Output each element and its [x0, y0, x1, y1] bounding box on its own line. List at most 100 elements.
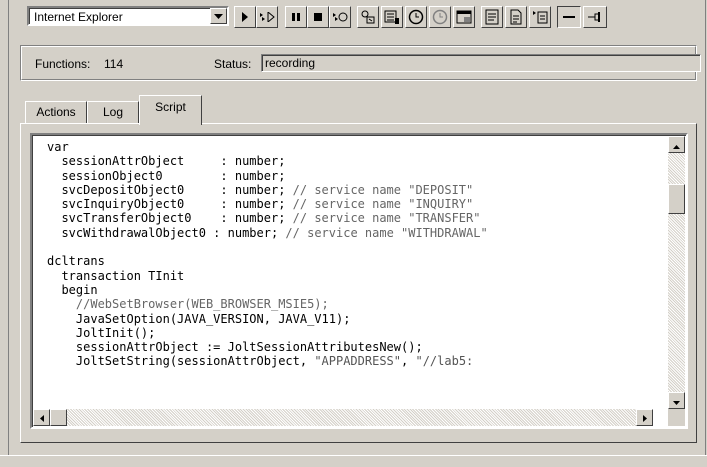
- code-text: var: [47, 140, 69, 154]
- arrow-down-icon: [673, 394, 680, 408]
- code-line: begin: [47, 283, 655, 297]
- tab-actions[interactable]: Actions: [25, 101, 87, 123]
- code-text: JoltInit();: [47, 325, 156, 340]
- options-icon: [384, 9, 400, 25]
- code-line: sessionAttrObject := JoltSessionAttribut…: [47, 340, 655, 354]
- stop-button[interactable]: [307, 6, 329, 28]
- play-icon: [241, 12, 249, 22]
- code-line: JoltInit();: [47, 326, 655, 340]
- arrow-left-icon: [39, 411, 44, 425]
- code-comment: // service name "DEPOSIT": [292, 182, 474, 197]
- code-text: JavaSetOption(JAVA_VERSION, JAVA_V11);: [47, 311, 351, 326]
- timer-button[interactable]: [405, 6, 427, 28]
- code-text: JoltSetString(sessionAttrObject,: [47, 354, 315, 369]
- scrollbar-corner: [668, 409, 685, 426]
- scroll-right-button[interactable]: [636, 409, 653, 426]
- code-text: svcTransferObject0 : number;: [47, 211, 293, 226]
- browser-select[interactable]: Internet Explorer: [27, 6, 229, 26]
- code-text: sessionObject0 : number;: [47, 168, 286, 183]
- code-line: svcDepositObject0 : number; // service n…: [47, 183, 655, 197]
- step-play-button[interactable]: [256, 6, 278, 28]
- status-panel: Functions: 114 Status: recording: [20, 45, 701, 81]
- code-string: "//lab5:: [415, 354, 474, 369]
- code-text: sessionAttrObject := JoltSessionAttribut…: [47, 340, 423, 355]
- arrow-up-icon: [673, 138, 680, 152]
- pause-button[interactable]: [285, 6, 307, 28]
- bottom-edge: [0, 455, 707, 467]
- test-button[interactable]: [529, 6, 551, 28]
- timer-stop-icon: [432, 9, 448, 25]
- tab-script-label: Script: [155, 100, 186, 114]
- code-text: dcltrans: [47, 254, 105, 269]
- status-field: recording: [261, 54, 701, 72]
- code-line: svcWithdrawalObject0 : number; // servic…: [47, 226, 655, 240]
- tab-script[interactable]: Script: [139, 95, 202, 125]
- code-string: "APPADDRESS": [314, 354, 402, 369]
- wizard-icon: [360, 9, 376, 25]
- code-line: var: [47, 140, 655, 154]
- window-button[interactable]: [453, 6, 475, 28]
- script-code[interactable]: var sessionAttrObject : number; sessionO…: [47, 140, 655, 410]
- wizard-button[interactable]: [357, 6, 379, 28]
- report-icon: [484, 9, 500, 25]
- code-text: transaction TInit: [47, 268, 185, 283]
- test-icon: [532, 9, 548, 25]
- code-text: sessionAttrObject : number;: [47, 154, 286, 169]
- step-play-icon: [259, 12, 275, 22]
- horizontal-scroll-thumb[interactable]: [50, 409, 67, 426]
- code-line: svcInquiryObject0 : number; // service n…: [47, 197, 655, 211]
- options-button[interactable]: [381, 6, 403, 28]
- pause-icon: [291, 12, 301, 22]
- code-comment: //WebSetBrowser(WEB_BROWSER_MSIE5);: [47, 297, 329, 312]
- code-line: transaction TInit: [47, 269, 655, 283]
- arrow-right-icon: [642, 411, 647, 425]
- status-label: Status:: [214, 57, 252, 71]
- script-editor[interactable]: var sessionAttrObject : number; sessionO…: [30, 133, 688, 429]
- pin-button[interactable]: [583, 6, 607, 28]
- minimize-button[interactable]: [557, 6, 581, 28]
- left-panel-edge: [0, 0, 9, 466]
- status-value: recording: [265, 56, 316, 70]
- code-line: sessionAttrObject : number;: [47, 154, 655, 168]
- scroll-up-button[interactable]: [668, 136, 685, 153]
- scroll-left-button[interactable]: [33, 409, 50, 426]
- browser-select-value: Internet Explorer: [34, 10, 123, 24]
- scroll-down-button[interactable]: [668, 392, 685, 409]
- code-line: JavaSetOption(JAVA_VERSION, JAVA_V11);: [47, 312, 655, 326]
- play-button[interactable]: [234, 6, 256, 28]
- code-line: JoltSetString(sessionAttrObject, "APPADD…: [47, 354, 655, 368]
- code-line: dcltrans: [47, 254, 655, 268]
- code-comment: // service name "TRANSFER": [292, 211, 481, 226]
- vertical-scrollbar[interactable]: [668, 136, 685, 409]
- code-comment: // service name "INQUIRY": [292, 197, 474, 212]
- code-line: svcTransferObject0 : number; // service …: [47, 211, 655, 225]
- window-icon: [456, 9, 472, 25]
- code-text: svcDepositObject0 : number;: [47, 182, 293, 197]
- code-text: ,: [401, 354, 416, 369]
- record-icon: [332, 11, 348, 23]
- script-file-button[interactable]: [505, 6, 527, 28]
- code-text: svcInquiryObject0 : number;: [47, 197, 293, 212]
- pin-icon: [587, 11, 603, 23]
- code-comment: // service name "WITHDRAWAL": [285, 225, 488, 240]
- code-line: sessionObject0 : number;: [47, 169, 655, 183]
- tab-log[interactable]: Log: [87, 101, 139, 123]
- stop-icon: [313, 12, 323, 22]
- timer-stop-button[interactable]: [429, 6, 451, 28]
- script-file-icon: [508, 9, 524, 25]
- timer-icon: [408, 9, 424, 25]
- minimize-icon: [562, 12, 576, 22]
- vertical-scroll-thumb[interactable]: [668, 184, 685, 214]
- report-button[interactable]: [481, 6, 503, 28]
- code-line: //WebSetBrowser(WEB_BROWSER_MSIE5);: [47, 297, 655, 311]
- chevron-down-icon[interactable]: [210, 8, 227, 24]
- horizontal-scrollbar[interactable]: [33, 409, 653, 426]
- code-text: svcWithdrawalObject0 : number;: [47, 225, 286, 240]
- tab-actions-label: Actions: [36, 105, 76, 119]
- code-text: begin: [47, 282, 98, 297]
- functions-label: Functions:: [35, 57, 91, 71]
- functions-count: 114: [104, 57, 124, 71]
- record-button[interactable]: [329, 6, 351, 28]
- tab-log-label: Log: [102, 105, 124, 119]
